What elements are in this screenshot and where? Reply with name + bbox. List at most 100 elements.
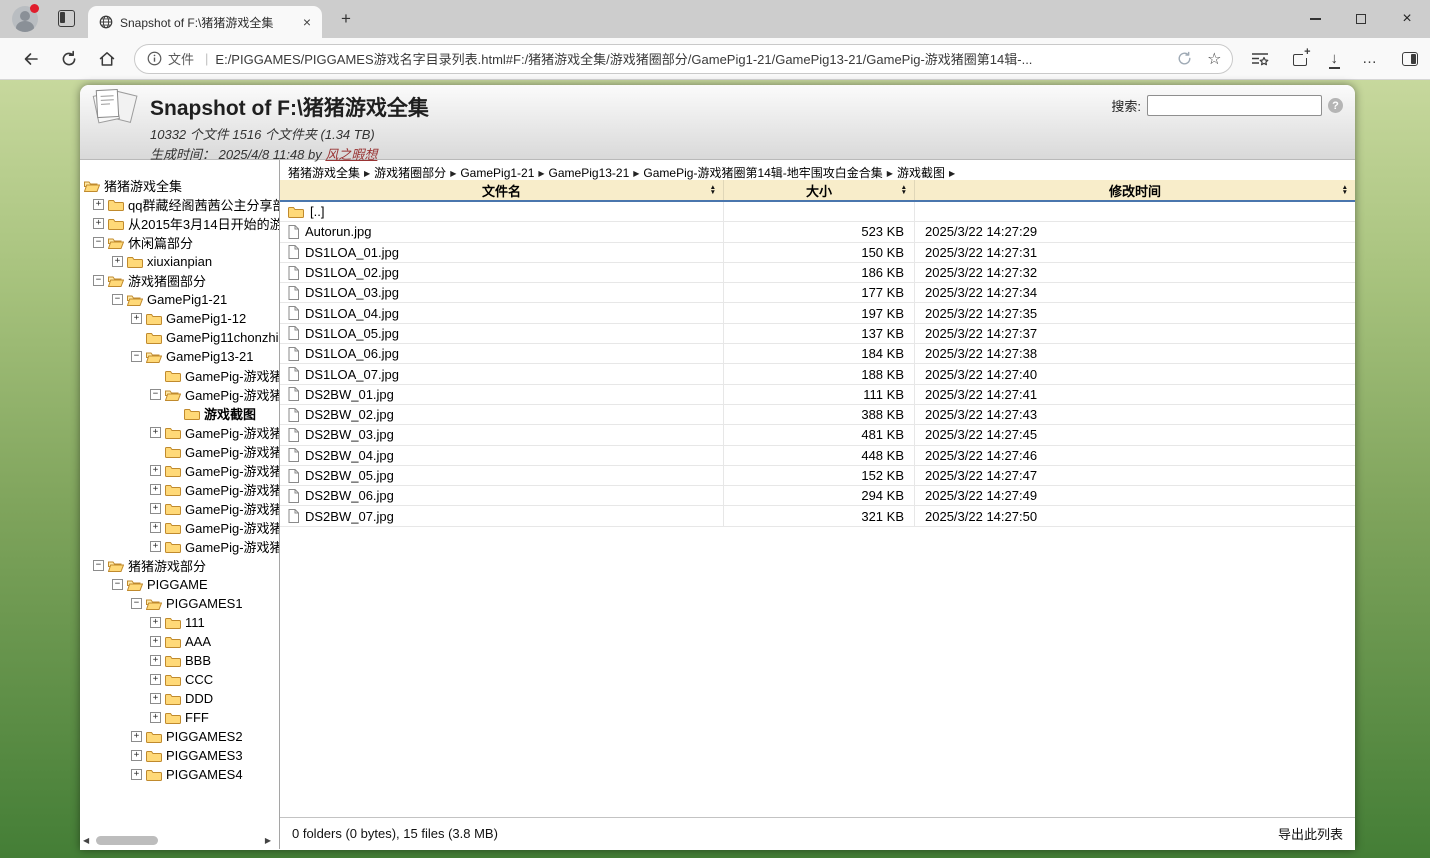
tree-item[interactable]: −游戏猪圈部分 <box>80 271 279 290</box>
expander-minus-icon[interactable]: − <box>93 275 104 286</box>
tree-item[interactable]: +AAA <box>80 632 279 651</box>
info-icon[interactable] <box>147 51 162 66</box>
tree-item[interactable]: 猪猪游戏全集 <box>80 176 279 195</box>
tree-item[interactable]: +PIGGAMES4 <box>80 765 279 784</box>
tree-item[interactable]: −GamePig-游戏猪圈第14辑-地牢围攻白金合集 <box>80 385 279 404</box>
tree-item[interactable]: −PIGGAME <box>80 575 279 594</box>
tree-item[interactable]: +BBB <box>80 651 279 670</box>
sidebar-horizontal-scrollbar[interactable]: ◀ ▶ <box>83 834 271 846</box>
expander-plus-icon[interactable]: + <box>150 693 161 704</box>
tree-item[interactable]: +GamePig-游戏猪圈 <box>80 423 279 442</box>
tree-item[interactable]: +xiuxianpian <box>80 252 279 271</box>
expander-plus-icon[interactable]: + <box>131 731 142 742</box>
tree-item[interactable]: +qq群藏经阁茜茜公主分享部分 <box>80 195 279 214</box>
tree-item[interactable]: +111 <box>80 613 279 632</box>
tree-item[interactable]: +GamePig-游戏猪圈 <box>80 461 279 480</box>
author-link[interactable]: 风之暇想 <box>325 147 377 162</box>
back-button[interactable] <box>16 44 46 74</box>
browser-tab[interactable]: Snapshot of F:\猪猪游戏全集 × <box>88 6 322 38</box>
breadcrumb-item[interactable]: 游戏截图 <box>897 166 945 180</box>
scroll-left-icon[interactable]: ◀ <box>83 836 89 845</box>
expander-plus-icon[interactable]: + <box>150 712 161 723</box>
expander-plus-icon[interactable]: + <box>131 313 142 324</box>
expander-plus-icon[interactable]: + <box>150 655 161 666</box>
split-screen-icon[interactable] <box>1402 52 1418 66</box>
sort-icon[interactable]: ▲▼ <box>710 185 716 195</box>
file-name-cell[interactable]: [..] <box>280 202 723 221</box>
breadcrumb-item[interactable]: GamePig-游戏猪圈第14辑-地牢围攻白金合集 <box>643 166 882 180</box>
expander-plus-icon[interactable]: + <box>93 218 104 229</box>
tree-item[interactable]: +PIGGAMES2 <box>80 727 279 746</box>
expander-plus-icon[interactable]: + <box>150 636 161 647</box>
favorite-star-icon[interactable]: ☆ <box>1207 49 1221 69</box>
expander-plus-icon[interactable]: + <box>150 427 161 438</box>
tree-item[interactable]: +GamePig-游戏猪圈 <box>80 537 279 556</box>
help-icon[interactable]: ? <box>1328 98 1343 113</box>
download-icon[interactable]: ↓ <box>1331 51 1339 66</box>
expander-plus-icon[interactable]: + <box>150 617 161 628</box>
tree-item[interactable]: −猪猪游戏部分 <box>80 556 279 575</box>
expander-minus-icon[interactable]: − <box>131 351 142 362</box>
expander-minus-icon[interactable]: − <box>93 237 104 248</box>
tree-item[interactable]: 游戏截图 <box>80 404 279 423</box>
column-header-size[interactable]: 大小 ▲▼ <box>723 180 914 200</box>
tab-close-icon[interactable]: × <box>300 14 314 30</box>
tree-item[interactable]: +DDD <box>80 689 279 708</box>
search-input[interactable] <box>1147 95 1322 116</box>
tree-item[interactable]: GamePig-游戏猪圈 <box>80 442 279 461</box>
breadcrumb-item[interactable]: 游戏猪圈部分 <box>374 166 446 180</box>
breadcrumb-item[interactable]: GamePig1-21 <box>460 166 534 180</box>
expander-plus-icon[interactable]: + <box>150 541 161 552</box>
tree-item[interactable]: GamePig-游戏猪圈 <box>80 366 279 385</box>
refresh-button[interactable] <box>54 44 84 74</box>
expander-plus-icon[interactable]: + <box>150 522 161 533</box>
expander-minus-icon[interactable]: − <box>131 598 142 609</box>
expander-minus-icon[interactable]: − <box>112 579 123 590</box>
tree-item[interactable]: +CCC <box>80 670 279 689</box>
expander-plus-icon[interactable]: + <box>150 674 161 685</box>
tree-item[interactable]: +GamePig-游戏猪圈 <box>80 480 279 499</box>
expander-plus-icon[interactable]: + <box>131 769 142 780</box>
tree-item[interactable]: +GamePig-游戏猪圈 <box>80 499 279 518</box>
circular-arrows-icon[interactable] <box>1176 50 1193 67</box>
new-tab-button[interactable]: + <box>334 9 358 29</box>
maximize-button[interactable] <box>1338 0 1384 38</box>
column-header-filename[interactable]: 文件名 ▲▼ <box>280 180 723 200</box>
sort-icon[interactable]: ▲▼ <box>1342 185 1348 195</box>
expander-plus-icon[interactable]: + <box>150 465 161 476</box>
more-options-icon[interactable]: … <box>1362 50 1378 67</box>
tree-item[interactable]: −GamePig1-21 <box>80 290 279 309</box>
url-text[interactable]: E:/PIGGAMES/PIGGAMES游戏名字目录列表.html#F:/猪猪游… <box>215 49 1168 68</box>
tree-item[interactable]: +FFF <box>80 708 279 727</box>
export-list-link[interactable]: 导出此列表 <box>1278 824 1343 843</box>
sort-icon[interactable]: ▲▼ <box>901 185 907 195</box>
scroll-right-icon[interactable]: ▶ <box>265 836 271 845</box>
column-header-modified[interactable]: 修改时间 ▲▼ <box>914 180 1355 200</box>
expander-minus-icon[interactable]: − <box>112 294 123 305</box>
tree-item[interactable]: +PIGGAMES3 <box>80 746 279 765</box>
expander-plus-icon[interactable]: + <box>131 750 142 761</box>
expander-plus-icon[interactable]: + <box>112 256 123 267</box>
workspaces-icon[interactable] <box>58 10 75 27</box>
tree-item[interactable]: −休闲篇部分 <box>80 233 279 252</box>
tree-item[interactable]: +GamePig-游戏猪圈 <box>80 518 279 537</box>
expander-plus-icon[interactable]: + <box>150 484 161 495</box>
expander-minus-icon[interactable]: − <box>150 389 161 400</box>
breadcrumb-item[interactable]: 猪猪游戏全集 <box>288 166 360 180</box>
scrollbar-thumb[interactable] <box>96 836 158 845</box>
tree-item[interactable]: −GamePig13-21 <box>80 347 279 366</box>
breadcrumb-item[interactable]: GamePig13-21 <box>549 166 630 180</box>
collections-icon[interactable] <box>1293 54 1307 66</box>
expander-plus-icon[interactable]: + <box>93 199 104 210</box>
tree-item[interactable]: GamePig11chonzhi <box>80 328 279 347</box>
close-button[interactable]: × <box>1384 0 1430 38</box>
favorites-bar-icon[interactable] <box>1251 51 1269 67</box>
tree-item[interactable]: −PIGGAMES1 <box>80 594 279 613</box>
home-button[interactable] <box>92 44 122 74</box>
tree-item[interactable]: +从2015年3月14日开始的游戏 <box>80 214 279 233</box>
tree-item[interactable]: +GamePig1-12 <box>80 309 279 328</box>
expander-minus-icon[interactable]: − <box>93 560 104 571</box>
expander-plus-icon[interactable]: + <box>150 503 161 514</box>
minimize-button[interactable] <box>1292 0 1338 38</box>
address-bar[interactable]: 文件 | E:/PIGGAMES/PIGGAMES游戏名字目录列表.html#F… <box>134 44 1233 74</box>
